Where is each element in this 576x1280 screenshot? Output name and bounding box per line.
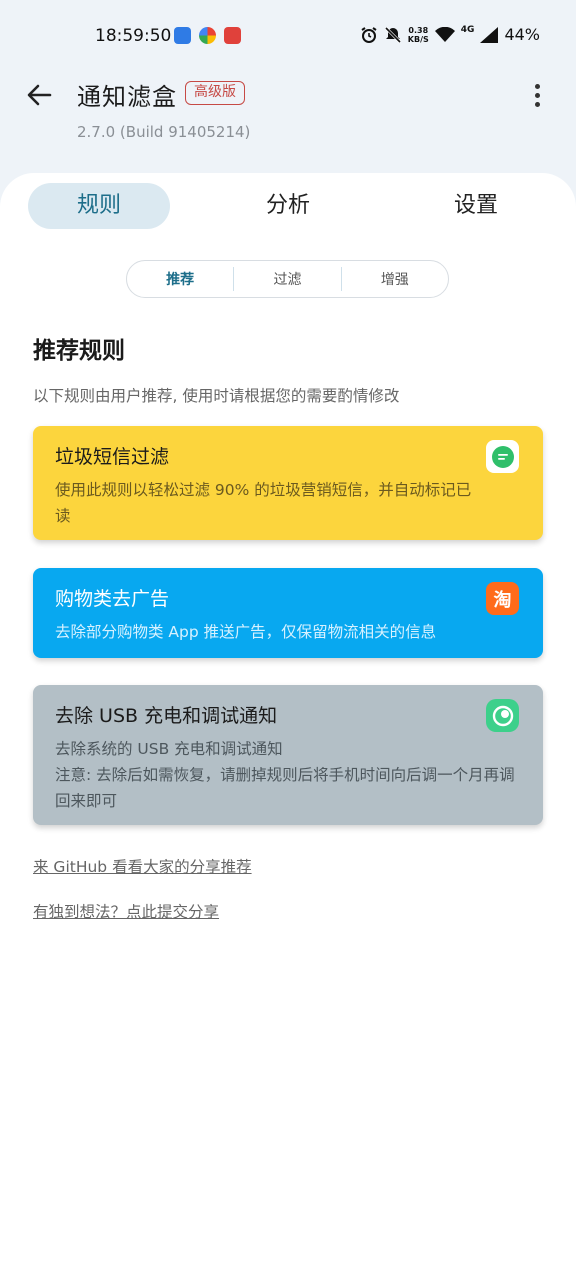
status-bar: 18:59:50 0.38 KB/S 4G 44%: [0, 0, 576, 72]
network-type: 4G: [460, 25, 475, 35]
rule-card-spam-sms[interactable]: 垃圾短信过滤 使用此规则以轻松过滤 90% 的垃圾营销短信，并自动标记已读: [33, 426, 543, 540]
arrow-left-icon: [27, 84, 52, 106]
segment-enhance[interactable]: 增强: [342, 269, 448, 289]
back-button[interactable]: [22, 78, 56, 112]
status-notification-icons: [174, 27, 241, 44]
main-sheet: 规则 分析 设置 推荐 过滤 增强 推荐规则 以下规则由用户推荐, 使用时请根据…: [0, 173, 576, 1280]
taobao-icon-glyph: 淘: [493, 589, 512, 611]
rule-card-body: 使用此规则以轻松过滤 90% 的垃圾营销短信，并自动标记已读: [55, 481, 472, 525]
rule-card-title: 去除 USB 充电和调试通知: [55, 705, 278, 727]
pro-badge: 高级版: [185, 81, 245, 105]
rule-card-body: 去除部分购物类 App 推送广告，仅保留物流相关的信息: [55, 623, 437, 641]
taobao-app-icon: 淘: [486, 582, 519, 615]
app-title: 通知滤盒: [77, 83, 177, 111]
status-time: 18:59:50: [95, 26, 172, 46]
submit-share-link[interactable]: 有独到想法？点此提交分享: [33, 900, 219, 922]
mute-icon: [384, 26, 401, 43]
wifi-icon: [434, 26, 455, 42]
section-description: 以下规则由用户推荐, 使用时请根据您的需要酌情修改: [33, 387, 400, 405]
github-share-link[interactable]: 来 GitHub 看看大家的分享推荐: [33, 855, 252, 877]
rule-card-title: 垃圾短信过滤: [55, 446, 170, 468]
rule-card-body: 去除系统的 USB 充电和调试通知 注意: 去除后如需恢复，请删掉规则后将手机时…: [55, 740, 515, 810]
main-tabs: 规则 分析 设置: [0, 183, 576, 229]
messages-app-icon: [486, 440, 519, 473]
notification-app-icon-3: [224, 27, 241, 44]
tab-settings[interactable]: 设置: [418, 183, 534, 229]
alarm-icon: [361, 26, 377, 43]
tab-analysis[interactable]: 分析: [228, 183, 348, 229]
notification-app-icon-1: [174, 27, 191, 44]
more-options-button[interactable]: [522, 78, 552, 112]
notification-app-icon-2: [199, 27, 216, 44]
app-version: 2.7.0 (Build 91405214): [77, 123, 251, 141]
net-speed: 0.38 KB/S: [407, 25, 429, 44]
battery-level: 44%: [504, 25, 540, 44]
rule-card-title: 购物类去广告: [55, 588, 170, 610]
android-system-icon: [486, 699, 519, 732]
segment-filter[interactable]: 过滤: [234, 269, 340, 289]
rule-card-usb-notifications[interactable]: 去除 USB 充电和调试通知 去除系统的 USB 充电和调试通知 注意: 去除后…: [33, 685, 543, 825]
status-right-group: 0.38 KB/S 4G 44%: [360, 25, 540, 44]
app-bar: 通知滤盒 高级版 2.7.0 (Build 91405214): [0, 72, 576, 172]
section-title: 推荐规则: [33, 338, 125, 364]
more-vert-icon: [534, 83, 540, 89]
segment-recommended[interactable]: 推荐: [127, 269, 233, 289]
rule-filter-segmented-control: 推荐 过滤 增强: [126, 260, 449, 298]
rule-card-shopping-ads[interactable]: 购物类去广告 去除部分购物类 App 推送广告，仅保留物流相关的信息 淘: [33, 568, 543, 658]
tab-rules[interactable]: 规则: [28, 183, 170, 229]
signal-icon: [480, 26, 499, 43]
